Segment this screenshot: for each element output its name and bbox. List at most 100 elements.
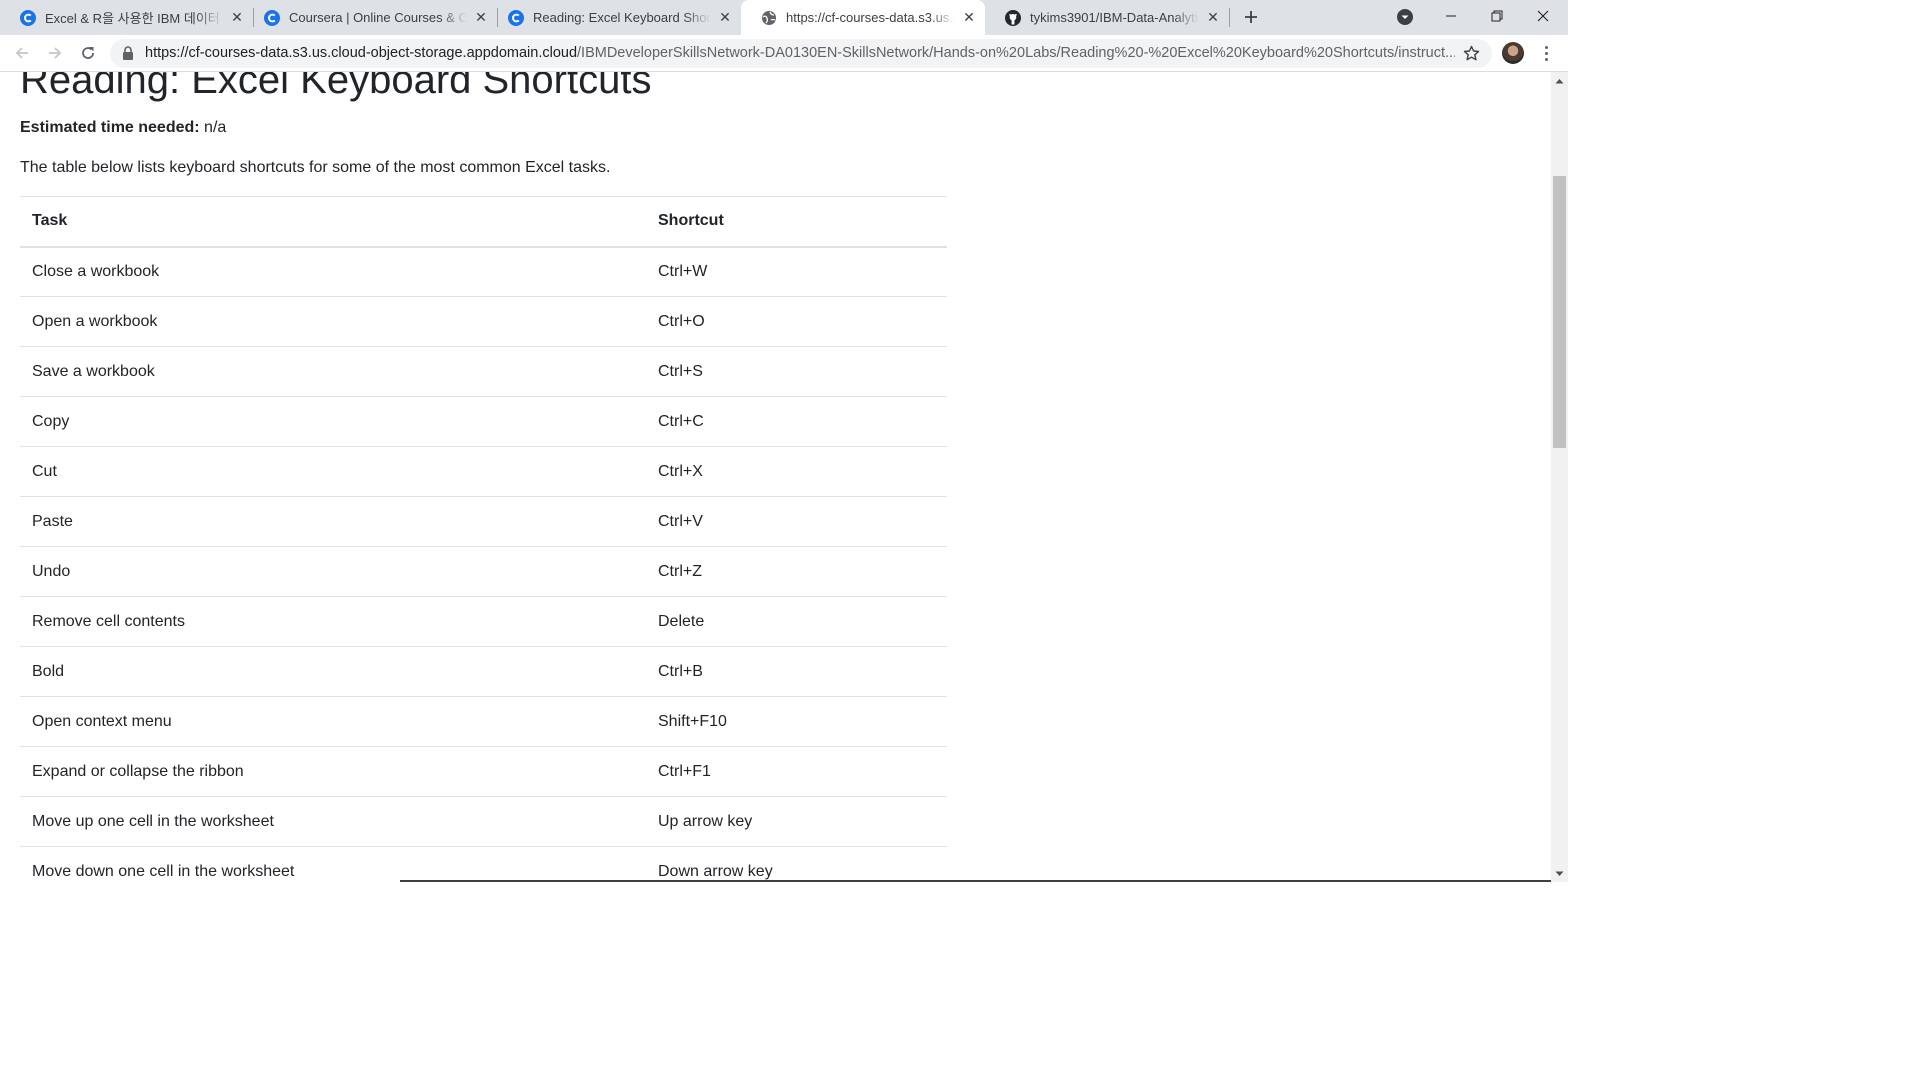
table-row: Expand or collapse the ribbon Ctrl+F1 [20, 746, 947, 797]
back-button[interactable] [10, 41, 34, 65]
table-row: Bold Ctrl+B [20, 646, 947, 697]
task-cell: Open context menu [20, 696, 646, 747]
new-tab-button[interactable] [1239, 5, 1263, 29]
task-cell: Close a workbook [20, 246, 646, 297]
url-host: https://cf-courses-data.s3.us.cloud-obje… [145, 45, 578, 61]
shortcut-cell: Ctrl+X [646, 446, 947, 497]
table-row: Open context menu Shift+F10 [20, 696, 947, 747]
restore-button[interactable] [1474, 0, 1520, 32]
close-icon[interactable]: ✕ [717, 9, 733, 26]
close-icon[interactable]: ✕ [961, 9, 977, 26]
reload-button[interactable] [76, 41, 100, 65]
shortcut-cell: Ctrl+Z [646, 546, 947, 597]
task-cell: Paste [20, 496, 646, 547]
address-bar[interactable]: https://cf-courses-data.s3.us.cloud-obje… [110, 39, 1492, 68]
estimated-time-value: n/a [199, 119, 227, 136]
shortcut-cell: Ctrl+S [646, 346, 947, 397]
tab-github-repo[interactable]: tykims3901/IBM-Data-Analytics- ✕ [985, 0, 1229, 35]
page-viewport: Reading: Excel Keyboard Shortcuts Estima… [0, 72, 1551, 882]
tab-strip: Excel & R을 사용한 IBM 데이터 분석 ✕ Coursera | O… [0, 0, 1568, 35]
close-icon [1537, 10, 1549, 22]
intro-text: The table below lists keyboard shortcuts… [20, 159, 611, 176]
tab-coursera-online-courses[interactable]: Coursera | Online Courses & Credentials … [244, 0, 497, 35]
estimated-time: Estimated time needed: n/a [20, 116, 226, 140]
header-task: Task [20, 196, 646, 248]
arrow-left-icon [15, 47, 28, 59]
table-row: Remove cell contents Delete [20, 596, 947, 647]
close-icon[interactable]: ✕ [229, 9, 245, 26]
task-cell: Move up one cell in the worksheet [20, 796, 646, 847]
more-menu-icon[interactable] [1538, 41, 1554, 65]
task-cell: Copy [20, 396, 646, 447]
globe-icon [761, 10, 777, 26]
tab-title: Excel & R을 사용한 IBM 데이터 분석 [45, 11, 223, 26]
lock-icon[interactable] [122, 46, 134, 65]
shortcut-cell: Ctrl+C [646, 396, 947, 447]
coursera-icon [264, 9, 280, 26]
plus-icon [1245, 11, 1257, 23]
tab-reading-excel-shortcuts[interactable]: Reading: Excel Keyboard Shortcuts ✕ [488, 0, 741, 35]
vertical-scrollbar[interactable] [1551, 72, 1568, 882]
task-cell: Cut [20, 446, 646, 497]
tab-title: Reading: Excel Keyboard Shortcuts [533, 10, 711, 25]
github-icon [1005, 9, 1021, 26]
task-cell: Remove cell contents [20, 596, 646, 647]
minimize-button[interactable] [1428, 0, 1474, 32]
task-cell: Undo [20, 546, 646, 597]
task-cell: Bold [20, 646, 646, 697]
url-text[interactable]: https://cf-courses-data.s3.us.cloud-obje… [145, 39, 1455, 68]
reload-icon [82, 47, 94, 59]
table-row: Close a workbook Ctrl+W [20, 246, 947, 297]
table-row: Save a workbook Ctrl+S [20, 346, 947, 397]
restore-icon [1491, 10, 1503, 22]
tab-title: Coursera | Online Courses & Credentials [289, 10, 467, 25]
shortcut-cell: Up arrow key [646, 796, 947, 847]
scrollbar-thumb[interactable] [1553, 176, 1566, 448]
chevron-down-icon [1397, 9, 1413, 25]
forward-button[interactable] [43, 41, 67, 65]
shortcut-cell: Ctrl+B [646, 646, 947, 697]
page-title: Reading: Excel Keyboard Shortcuts [20, 72, 652, 102]
table-row: Move down one cell in the worksheet Down … [20, 846, 947, 882]
shortcut-cell: Ctrl+W [646, 246, 947, 297]
header-shortcut: Shortcut [646, 196, 947, 248]
task-cell: Expand or collapse the ribbon [20, 746, 646, 797]
shortcut-cell: Down arrow key [646, 846, 947, 882]
profile-avatar[interactable] [1502, 42, 1524, 64]
table-row: Move up one cell in the worksheet Up arro… [20, 796, 947, 847]
browser-toolbar: https://cf-courses-data.s3.us.cloud-obje… [0, 35, 1568, 72]
minimize-icon [1446, 15, 1456, 17]
shortcut-cell: Ctrl+F1 [646, 746, 947, 797]
table-row: Undo Ctrl+Z [20, 546, 947, 597]
task-cell: Move down one cell in the worksheet [20, 846, 646, 882]
shortcuts-table: Task Shortcut Close a workbook Ctrl+W Ope… [20, 196, 947, 882]
url-path: /IBMDeveloperSkillsNetwork-DA0130EN-Skil… [577, 45, 1455, 61]
task-cell: Open a workbook [20, 296, 646, 347]
table-row: Open a workbook Ctrl+O [20, 296, 947, 347]
tab-coursera-korean[interactable]: Excel & R을 사용한 IBM 데이터 분석 ✕ [0, 0, 253, 35]
tab-search-button[interactable] [1396, 8, 1414, 26]
shortcut-cell: Ctrl+V [646, 496, 947, 547]
shortcut-cell: Delete [646, 596, 947, 647]
table-row: Cut Ctrl+X [20, 446, 947, 497]
scroll-down-arrow-icon[interactable] [1551, 865, 1568, 882]
coursera-icon [508, 9, 524, 26]
task-cell: Save a workbook [20, 346, 646, 397]
tab-separator [1229, 8, 1230, 27]
close-icon[interactable]: ✕ [473, 9, 489, 26]
table-row: Paste Ctrl+V [20, 496, 947, 547]
table-row: Copy Ctrl+C [20, 396, 947, 447]
bookmark-star-icon[interactable] [1463, 45, 1480, 67]
tab-cf-courses-active[interactable]: https://cf-courses-data.s3.us.cloud-obje… [741, 0, 985, 35]
shortcut-cell: Shift+F10 [646, 696, 947, 747]
arrow-right-icon [49, 47, 62, 59]
bottom-divider [400, 880, 1551, 882]
scroll-up-arrow-icon[interactable] [1551, 72, 1568, 89]
close-window-button[interactable] [1520, 0, 1566, 32]
shortcut-cell: Ctrl+O [646, 296, 947, 347]
tab-title: tykims3901/IBM-Data-Analytics- [1030, 10, 1199, 25]
tab-title: https://cf-courses-data.s3.us.cloud-obje… [786, 10, 955, 25]
table-header-row: Task Shortcut [20, 196, 947, 248]
close-icon[interactable]: ✕ [1205, 9, 1221, 26]
coursera-icon [20, 9, 36, 26]
